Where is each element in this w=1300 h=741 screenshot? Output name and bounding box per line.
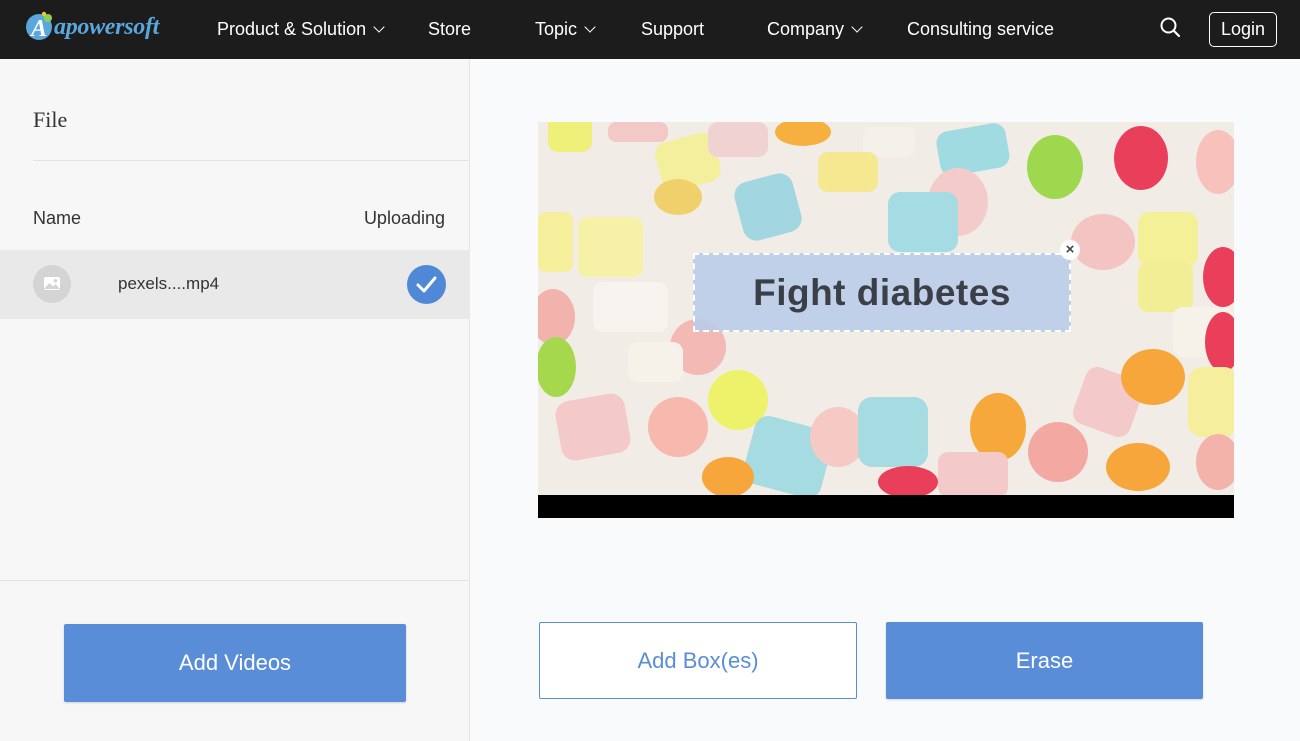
- nav-store[interactable]: Store: [428, 0, 471, 59]
- file-panel-title: File: [33, 107, 68, 132]
- add-boxes-button[interactable]: Add Box(es): [539, 622, 857, 699]
- svg-text:A: A: [29, 16, 47, 42]
- column-header-name: Name: [33, 208, 82, 228]
- video-frame: Fight diabetes ×: [538, 122, 1234, 495]
- nav-item-label: Company: [767, 19, 845, 39]
- nav-company[interactable]: Company: [767, 0, 863, 59]
- nav-item-label: Support: [641, 19, 705, 39]
- nav-support[interactable]: Support: [641, 0, 704, 59]
- selection-box-text: Fight diabetes: [753, 271, 1011, 313]
- close-icon[interactable]: ×: [1060, 240, 1080, 260]
- nav-product-solution[interactable]: Product & Solution: [217, 0, 385, 59]
- chevron-down-icon: [851, 21, 863, 33]
- file-name: pexels....mp4: [118, 274, 220, 293]
- erase-button[interactable]: Erase: [886, 622, 1203, 699]
- nav-topic[interactable]: Topic: [535, 0, 596, 59]
- file-panel: File Name Uploading pexels....mp4 Add Vi…: [0, 59, 470, 741]
- chevron-down-icon: [584, 21, 596, 33]
- add-videos-button[interactable]: Add Videos: [64, 624, 406, 702]
- chevron-down-icon: [373, 21, 385, 33]
- video-preview[interactable]: Fight diabetes ×: [538, 122, 1234, 518]
- divider: [0, 580, 470, 581]
- login-button[interactable]: Login: [1209, 12, 1277, 47]
- search-icon[interactable]: [1159, 16, 1181, 38]
- nav-item-label: Store: [428, 19, 472, 39]
- nav-item-label: Product & Solution: [217, 19, 367, 39]
- logo-icon: A: [26, 11, 52, 42]
- top-navbar: A apowersoft Product & Solution Store To…: [0, 0, 1300, 59]
- column-header-uploading: Uploading: [363, 208, 445, 228]
- apowersoft-logo[interactable]: A apowersoft: [22, 10, 159, 44]
- image-icon: [33, 265, 71, 303]
- nav-item-label: Topic: [535, 19, 578, 39]
- text-selection-box[interactable]: Fight diabetes: [693, 253, 1071, 332]
- nav-item-label: Consulting service: [907, 19, 1055, 39]
- nav-consulting-service[interactable]: Consulting service: [907, 0, 1054, 59]
- brand-name: apowersoft: [54, 13, 160, 40]
- divider: [33, 160, 470, 161]
- check-circle-icon: [407, 265, 446, 304]
- file-list-item[interactable]: pexels....mp4: [0, 250, 470, 319]
